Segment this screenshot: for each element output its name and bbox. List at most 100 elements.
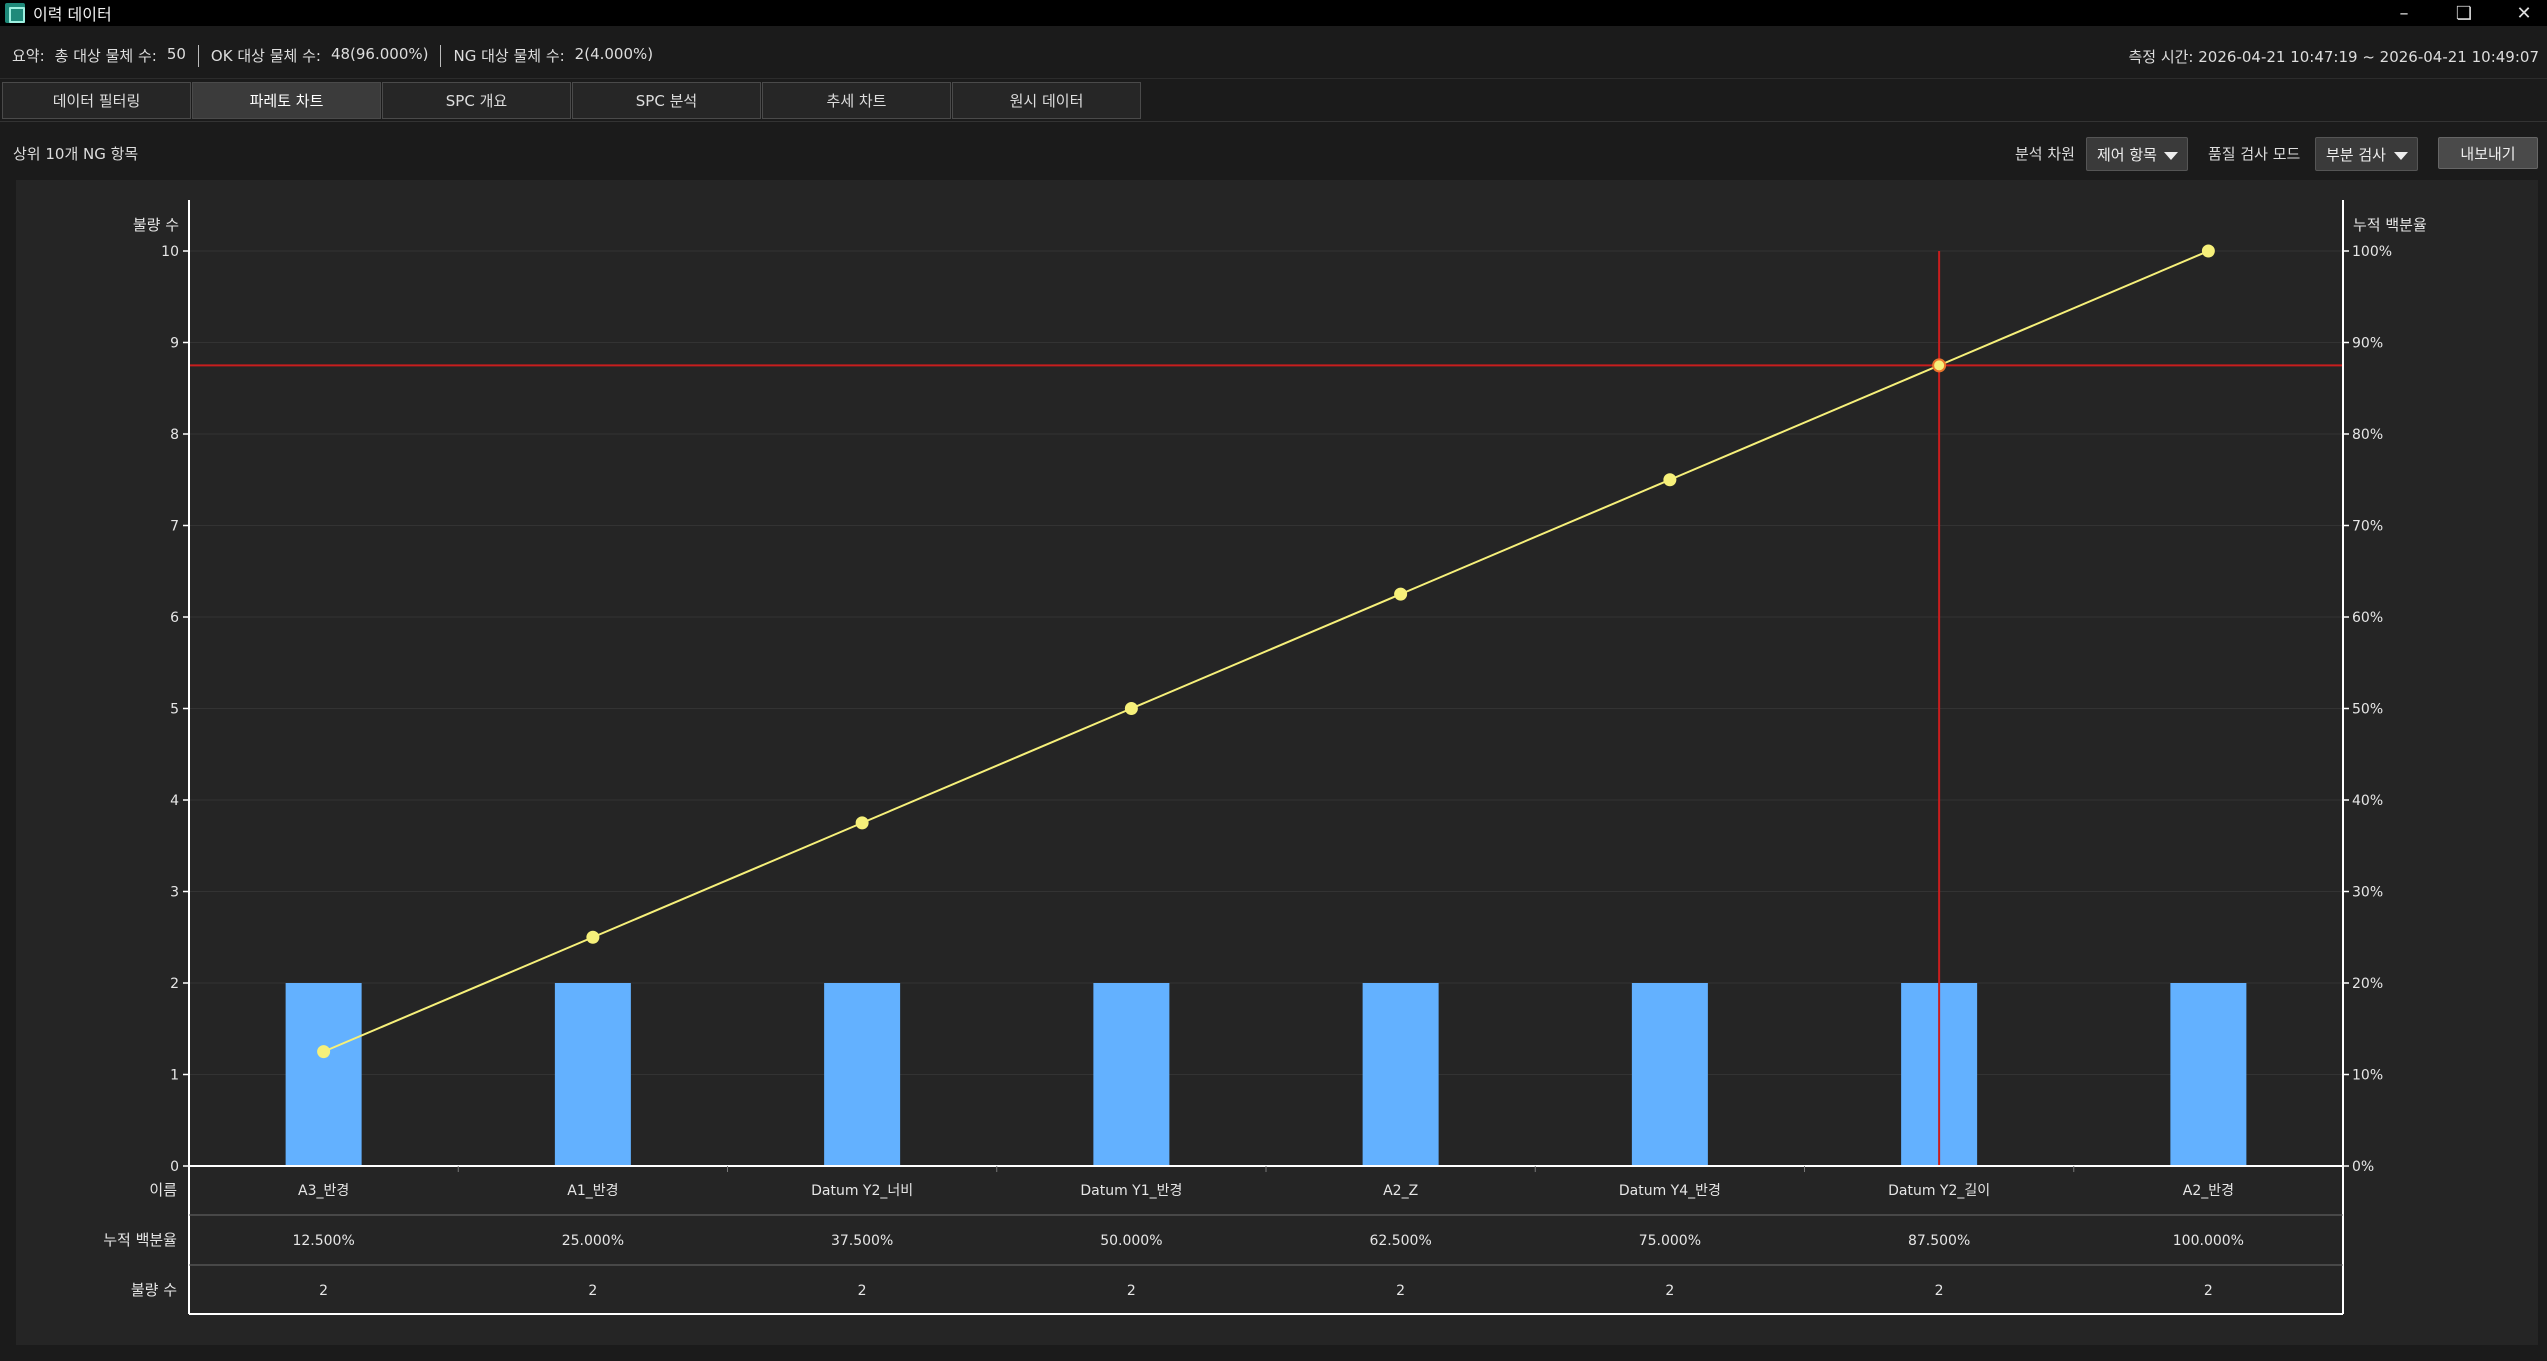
ng-count-label: 2	[2204, 1283, 2213, 1299]
title-bar: 이력 데이터 – ❏ ✕	[0, 0, 2547, 26]
y2-axis-label: 누적 백분율	[2353, 216, 2427, 234]
bar	[2170, 983, 2247, 1166]
y-tick-label: 9	[170, 336, 179, 352]
ok-label: OK 대상 물체 수:	[210, 47, 321, 65]
summary-ok: OK 대상 물체 수: 48(96.000%)	[199, 45, 441, 66]
category-label: Datum Y1_반경	[1080, 1183, 1182, 1199]
summary-ng: NG 대상 물체 수: 2(4.000%)	[441, 45, 665, 66]
restore-icon[interactable]: ❏	[2434, 0, 2494, 26]
y2-tick-label: 100%	[2352, 244, 2392, 260]
table-row-label: 이름	[149, 1181, 177, 1199]
dimension-select[interactable]: 제어 항목	[2086, 137, 2188, 171]
tab-pareto-chart[interactable]: 파레토 차트	[192, 82, 381, 119]
bar	[824, 983, 901, 1166]
cumulative-point	[1394, 587, 1408, 601]
tab-divider	[0, 121, 2547, 122]
chevron-down-icon	[2164, 152, 2178, 160]
cumulative-point	[1932, 358, 1947, 373]
y-tick-label: 7	[170, 519, 179, 535]
dimension-label: 분석 차원	[2015, 145, 2075, 163]
bar	[1631, 983, 1708, 1166]
ng-count-label: 2	[858, 1283, 867, 1299]
close-icon[interactable]: ✕	[2494, 0, 2547, 26]
bar	[1093, 983, 1170, 1166]
y2-tick-label: 50%	[2352, 702, 2383, 718]
ng-value: 2(4.000%)	[574, 45, 654, 63]
y-tick-label: 4	[170, 793, 179, 809]
chevron-down-icon	[2394, 152, 2408, 160]
category-label: A2_Z	[1383, 1183, 1418, 1199]
summary-bar: 요약: 총 대상 물체 수: 50 OK 대상 물체 수: 48(96.000%…	[0, 33, 2547, 79]
mode-select[interactable]: 부분 검사	[2315, 137, 2418, 171]
bar	[554, 983, 631, 1166]
cumulative-percent-label: 25.000%	[562, 1233, 624, 1249]
ng-count-label: 2	[319, 1283, 328, 1299]
export-button[interactable]: 내보내기	[2438, 137, 2538, 169]
y2-tick-label: 0%	[2352, 1159, 2374, 1175]
tab-spc-overview[interactable]: SPC 개요	[382, 82, 571, 119]
category-label: Datum Y2_너비	[811, 1183, 913, 1199]
cumulative-percent-label: 75.000%	[1639, 1233, 1701, 1249]
category-label: A1_반경	[567, 1183, 618, 1199]
app-icon	[5, 3, 25, 23]
tab-raw-data[interactable]: 원시 데이터	[952, 82, 1141, 119]
total-label: 총 대상 물체 수:	[54, 47, 157, 65]
tab-data-filtering[interactable]: 데이터 필터링	[2, 82, 191, 119]
category-label: A2_반경	[2183, 1183, 2234, 1199]
cumulative-point	[1663, 473, 1677, 487]
ng-count-label: 2	[588, 1283, 597, 1299]
cumulative-percent-label: 12.500%	[292, 1233, 354, 1249]
window-title: 이력 데이터	[33, 5, 112, 24]
cumulative-point	[586, 930, 600, 944]
mode-value: 부분 검사	[2326, 145, 2386, 164]
y-tick-label: 3	[170, 885, 179, 901]
tab-trend-chart[interactable]: 추세 차트	[762, 82, 951, 119]
cumulative-point	[1124, 702, 1138, 715]
cumulative-percent-label: 87.500%	[1908, 1233, 1970, 1249]
cumulative-point	[855, 816, 869, 830]
ng-label: NG 대상 물체 수:	[453, 47, 565, 65]
summary-total: 요약: 총 대상 물체 수: 50	[0, 45, 198, 66]
cumulative-line	[323, 250, 2209, 1053]
y-tick-label: 8	[170, 427, 179, 443]
y-tick-label: 10	[161, 244, 179, 260]
tab-spc-analysis[interactable]: SPC 분석	[572, 82, 761, 119]
y2-tick-label: 40%	[2352, 793, 2383, 809]
table-row-label: 누적 백분율	[103, 1231, 177, 1249]
y-tick-label: 0	[170, 1159, 179, 1175]
mode-label: 품질 검사 모드	[2208, 145, 2301, 163]
cumulative-point	[2201, 244, 2215, 258]
ng-count-label: 2	[1127, 1283, 1136, 1299]
time-label: 측정 시간:	[2128, 48, 2194, 66]
table-row-label: 불량 수	[131, 1281, 177, 1299]
y2-tick-label: 60%	[2352, 610, 2383, 626]
y-tick-label: 2	[170, 976, 179, 992]
pareto-chart-panel: 0 1 2 3 4 5 6 7 8 9 10 0% 10% 20% 30% 40% 50% 60% 70% 80% 90…	[16, 180, 2538, 1345]
y2-tick-label: 30%	[2352, 885, 2383, 901]
y-axis-label: 불량 수	[133, 216, 179, 234]
y-tick-label: 1	[170, 1068, 179, 1084]
ng-count-label: 2	[1935, 1283, 1944, 1299]
cumulative-percent-label: 50.000%	[1100, 1233, 1162, 1249]
section-title: 상위 10개 NG 항목	[13, 145, 139, 163]
y2-tick-label: 10%	[2352, 1068, 2383, 1084]
category-label: A3_반경	[298, 1183, 349, 1199]
summary-label: 요약:	[12, 47, 45, 65]
tab-bar: 데이터 필터링 파레토 차트 SPC 개요 SPC 분석 추세 차트 원시 데이…	[2, 82, 1142, 121]
dimension-value: 제어 항목	[2097, 145, 2157, 164]
cumulative-point	[317, 1045, 331, 1059]
ng-count-label: 2	[1396, 1283, 1405, 1299]
cumulative-percent-label: 100.000%	[2173, 1233, 2244, 1249]
y2-tick-label: 80%	[2352, 427, 2383, 443]
category-label: Datum Y4_반경	[1619, 1183, 1721, 1199]
cumulative-percent-label: 62.500%	[1369, 1233, 1431, 1249]
ok-value: 48(96.000%)	[330, 45, 429, 63]
y-tick-label: 5	[170, 702, 179, 718]
pareto-chart: 0123456789100%10%20%30%40%50%60%70%80%90…	[103, 200, 2427, 1315]
total-value: 50	[166, 45, 186, 63]
bar	[285, 983, 362, 1166]
y2-tick-label: 90%	[2352, 336, 2383, 352]
y2-tick-label: 20%	[2352, 976, 2383, 992]
minimize-icon[interactable]: –	[2374, 0, 2434, 26]
cumulative-percent-label: 37.500%	[831, 1233, 893, 1249]
